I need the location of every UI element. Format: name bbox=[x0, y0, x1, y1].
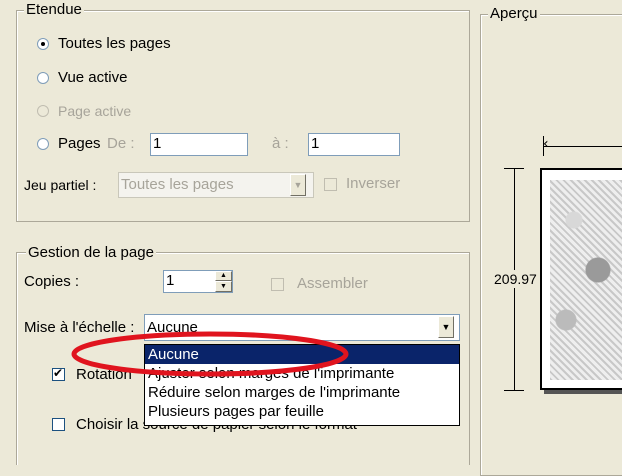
label-active-page: Page active bbox=[58, 103, 132, 119]
reverse-checkbox bbox=[324, 178, 337, 191]
width-dimension-line bbox=[543, 146, 622, 147]
collate-checkbox bbox=[271, 278, 284, 291]
label-subset: Jeu partiel : bbox=[24, 177, 97, 193]
label-copies: Copies : bbox=[24, 273, 80, 290]
subset-combo-arrow: ▼ bbox=[290, 174, 306, 196]
label-active-view[interactable]: Vue active bbox=[58, 69, 128, 87]
spin-down-button[interactable]: ▼ bbox=[215, 281, 232, 292]
preview-legend: Aperçu bbox=[488, 5, 540, 22]
scaling-combo-arrow[interactable]: ▼ bbox=[438, 316, 454, 338]
subset-combo: Toutes les pages bbox=[118, 172, 314, 198]
radio-pages[interactable] bbox=[37, 138, 49, 150]
spin-up-button[interactable]: ▲ bbox=[215, 271, 232, 281]
dropdown-option-multiple[interactable]: Plusieurs pages par feuille bbox=[145, 402, 459, 421]
radio-active-page bbox=[37, 105, 49, 117]
height-tick-bottom bbox=[504, 390, 524, 391]
map-thumbnail bbox=[550, 180, 622, 380]
highlight-ellipse bbox=[71, 331, 349, 377]
label-collate: Assembler bbox=[297, 275, 368, 292]
label-all-pages[interactable]: Toutes les pages bbox=[58, 35, 171, 53]
width-arrow-icon: ‹ bbox=[543, 136, 549, 152]
dropdown-option-shrink[interactable]: Réduire selon marges de l'imprimante bbox=[145, 383, 459, 402]
radio-active-view[interactable] bbox=[37, 72, 49, 84]
height-tick-top bbox=[504, 168, 524, 169]
copies-spinner[interactable]: ▲ ▼ bbox=[215, 271, 232, 292]
label-to: à : bbox=[272, 135, 289, 152]
label-from: De : bbox=[107, 135, 135, 152]
from-page-input[interactable]: 1 bbox=[150, 133, 248, 156]
label-pages[interactable]: Pages bbox=[58, 135, 101, 153]
page-preview bbox=[540, 168, 622, 390]
page-handling-legend: Gestion de la page bbox=[26, 244, 156, 261]
paper-source-checkbox[interactable] bbox=[52, 418, 65, 431]
radio-all-pages[interactable] bbox=[37, 38, 49, 50]
rotate-checkbox[interactable] bbox=[52, 366, 65, 381]
to-page-input[interactable]: 1 bbox=[308, 133, 400, 156]
subset-value: Toutes les pages bbox=[121, 176, 234, 193]
height-value: 209.97 bbox=[494, 270, 537, 288]
label-reverse: Inverser bbox=[346, 175, 401, 192]
range-legend: Etendue bbox=[24, 1, 84, 18]
